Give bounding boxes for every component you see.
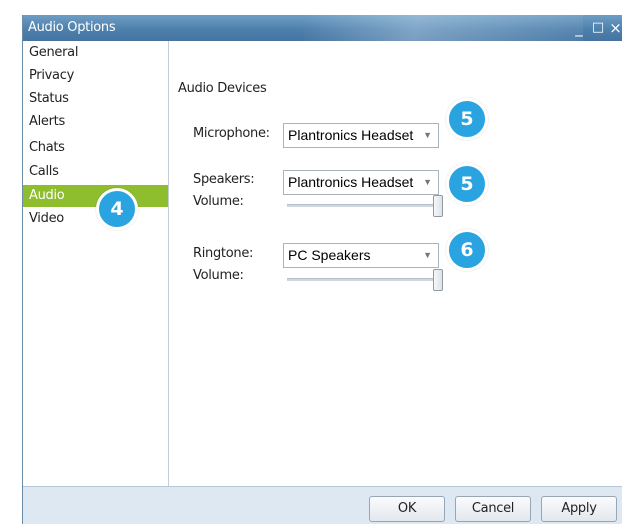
maximize-icon[interactable]: □ [589,15,607,41]
sidebar-item-alerts[interactable]: Alerts [23,111,168,133]
sidebar-item-general[interactable]: General [23,42,168,64]
callout-badge-ringtone: 6 [446,229,488,271]
audio-options-window: Audio Options _ □ × General Privacy Stat… [22,15,622,524]
microphone-label: Microphone: [193,126,270,141]
minimize-icon[interactable]: _ [570,15,588,41]
audio-settings-panel: Audio Devices Microphone: Plantronics He… [169,41,622,486]
close-icon[interactable]: × [608,15,622,41]
speakers-select-value: Plantronics Headset [288,174,414,190]
options-sidebar: General Privacy Status Alerts Chats Call… [23,41,169,486]
speakers-label: Speakers: [193,172,255,187]
ringtone-volume-thumb[interactable] [433,269,443,291]
microphone-select-value: Plantronics Headset [288,127,414,143]
window-title: Audio Options [28,20,116,35]
ok-button[interactable]: OK [369,496,445,522]
speakers-volume-label: Volume: [193,194,244,209]
callout-badge-speakers: 5 [446,163,488,205]
ringtone-select-value: PC Speakers [288,247,371,263]
ringtone-volume-slider[interactable] [287,278,443,281]
callout-badge-microphone: 5 [446,98,488,140]
section-title-audio-devices: Audio Devices [178,81,267,96]
sidebar-item-chats[interactable]: Chats [23,137,168,159]
callout-badge-audio: 4 [96,188,138,230]
cancel-button[interactable]: Cancel [455,496,531,522]
chevron-down-icon: ▼ [423,250,432,260]
speakers-volume-thumb[interactable] [433,195,443,217]
sidebar-item-status[interactable]: Status [23,88,168,110]
sidebar-item-privacy[interactable]: Privacy [23,65,168,87]
microphone-select[interactable]: Plantronics Headset ▼ [283,123,439,148]
ringtone-label: Ringtone: [193,246,254,261]
chevron-down-icon: ▼ [423,177,432,187]
speakers-volume-slider[interactable] [287,204,443,207]
chevron-down-icon: ▼ [423,130,432,140]
title-bar[interactable]: Audio Options _ □ × [23,15,622,41]
dialog-footer: OK Cancel Apply [23,486,622,524]
apply-button[interactable]: Apply [541,496,617,522]
ringtone-select[interactable]: PC Speakers ▼ [283,243,439,268]
speakers-select[interactable]: Plantronics Headset ▼ [283,170,439,195]
sidebar-item-calls[interactable]: Calls [23,161,168,183]
ringtone-volume-label: Volume: [193,268,244,283]
